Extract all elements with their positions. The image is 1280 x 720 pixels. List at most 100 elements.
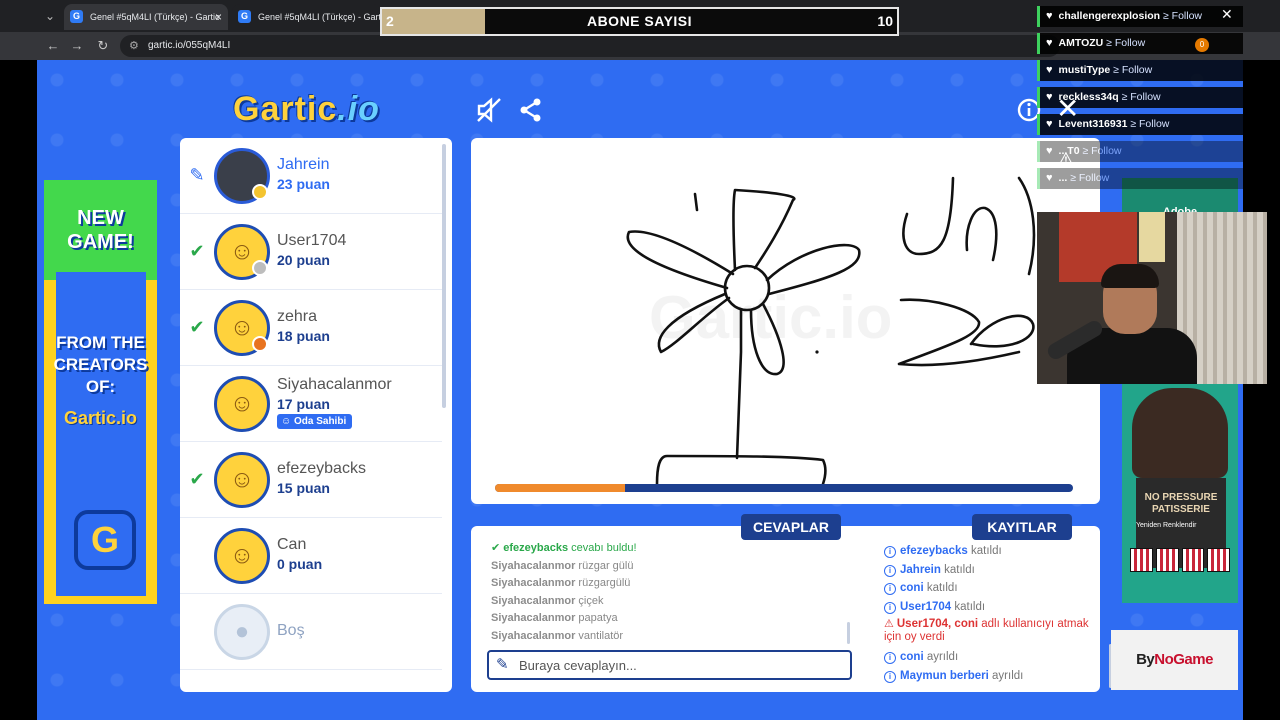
player-name: Siyahacalanmor xyxy=(277,376,392,393)
answer-text: rüzgargülü xyxy=(575,577,631,589)
close-tab-icon[interactable]: × xyxy=(215,4,222,30)
record-user: coni xyxy=(900,582,924,595)
ad-text: OF: xyxy=(85,377,116,396)
player-row[interactable]: ✔ ☺ zehra 18 puan xyxy=(180,290,442,366)
logo-suffix: .io xyxy=(337,90,380,128)
ad-banner-left[interactable]: NEW GAME! FROM THE CREATORS OF: Gartic.io G xyxy=(44,180,157,604)
warning-record-line: ⚠ User1704, coni adlı kullanıcıyı atmak i… xyxy=(884,618,1094,644)
avatar: ☺ xyxy=(214,376,270,432)
players-list: ✎ Jahrein 23 puan ✔ ☺ User1704 20 puan ✔ ☺ zehra 1… xyxy=(180,138,452,692)
follower-name: challengerexplosion xyxy=(1058,10,1161,22)
warning-icon: ⚠ xyxy=(1056,148,1076,173)
share-icon[interactable] xyxy=(517,96,545,124)
record-text: katıldı xyxy=(923,582,958,595)
follow-action: ≥ Follow xyxy=(1103,37,1146,49)
answer-line: Siyahacalanmor papatya xyxy=(491,610,851,628)
record-line: i coni ayrıldı xyxy=(884,648,1094,667)
player-status-dot xyxy=(252,336,268,352)
guessed-check-icon: ✔ xyxy=(189,469,205,489)
heart-icon: ♥ xyxy=(1046,172,1053,184)
forward-arrow-icon[interactable]: → xyxy=(68,37,86,55)
record-user: coni xyxy=(900,651,924,664)
player-row[interactable]: ✔ ☺ User1704 20 puan xyxy=(180,214,442,290)
info-icon: i xyxy=(884,670,896,683)
follow-action: ≥ Follow xyxy=(1160,10,1203,22)
player-name: User1704 xyxy=(277,232,347,249)
answers-scrollbar[interactable] xyxy=(847,622,850,644)
tab-search-icon[interactable]: ⌄ xyxy=(40,6,60,26)
answers-list: ✔ efezeybacks cevabı buldu! Siyahacalanmo… xyxy=(491,540,851,645)
player-row[interactable]: ● Boş xyxy=(180,594,442,670)
close-overlay-icon[interactable]: ✕ xyxy=(1056,92,1079,125)
record-user: User1704 xyxy=(900,600,952,613)
heart-icon: ♥ xyxy=(1046,64,1053,76)
back-arrow-icon[interactable]: ← xyxy=(44,37,62,55)
players-scrollbar[interactable] xyxy=(442,144,446,408)
room-owner-badge: ☺ Oda Sahibi xyxy=(277,414,353,429)
follow-alert: ♥ challengerexplosion ≥ Follow xyxy=(1037,6,1243,27)
ad-text: NEW xyxy=(77,207,124,229)
subscriber-title: ABONE SAYISI xyxy=(586,13,693,29)
answer-field[interactable]: ✎ xyxy=(487,650,852,680)
heart-icon: ♥ xyxy=(1046,10,1053,22)
follow-action: ≥ Follow xyxy=(1110,64,1153,76)
answer-line: Siyahacalanmor rüzgargülü xyxy=(491,575,851,593)
player-status-dot xyxy=(252,260,268,276)
follower-name: mustiType xyxy=(1058,64,1111,76)
follow-action: ≥ Follow xyxy=(1127,118,1170,130)
tab-records[interactable]: KAYITLAR xyxy=(972,514,1072,540)
record-text: katıldı xyxy=(951,600,986,613)
answers-panel: CEVAPLAR ✔ efezeybacks cevabı buldu! Siya… xyxy=(471,514,866,692)
record-user: efezeybacks xyxy=(900,545,968,557)
ad-subline: FROM THE CREATORS OF: xyxy=(44,332,157,398)
tab-answers[interactable]: CEVAPLAR xyxy=(741,514,841,540)
follow-action: ≥ Follow xyxy=(1118,91,1161,103)
gartic-app-icon: G xyxy=(74,510,136,570)
address-bar[interactable]: ⚙ gartic.io/055qM4LI xyxy=(120,35,1060,57)
heart-icon: ♥ xyxy=(1046,91,1053,103)
player-score: 20 puan xyxy=(277,252,330,268)
answer-line: Siyahacalanmor vantilatör xyxy=(491,628,851,646)
player-name: Jahrein xyxy=(277,156,330,173)
player-score: 0 puan xyxy=(277,556,323,572)
record-line: i User1704 katıldı xyxy=(884,598,1094,617)
ad-logo: Gartic.io xyxy=(63,408,138,428)
round-timer-fill xyxy=(495,484,626,492)
answer-user: Siyahacalanmor xyxy=(491,612,576,624)
mute-icon[interactable] xyxy=(475,96,503,124)
extension-badge[interactable]: 0 xyxy=(1195,38,1209,52)
drawing-canvas[interactable]: Gartic.io xyxy=(471,138,1100,504)
gartic-favicon-icon: G xyxy=(70,10,83,23)
player-name: Can xyxy=(277,536,307,553)
answer-text: rüzgar gülü xyxy=(575,559,634,572)
player-row[interactable]: ✔ ☺ efezeybacks 15 puan xyxy=(180,442,442,518)
browser-tab[interactable]: G Genel #5qM4LI (Türkçe) - Gartic xyxy=(232,4,382,30)
answer-input[interactable] xyxy=(519,655,839,675)
player-name: efezeybacks xyxy=(277,460,366,477)
player-row[interactable]: ☺ Siyahacalanmor 17 puan ☺ Oda Sahibi xyxy=(180,366,442,442)
webcam-lamp xyxy=(1139,212,1165,262)
gartic-logo[interactable]: Gartic.io xyxy=(233,90,380,129)
drawing-pencil-icon: ✎ xyxy=(189,165,205,185)
records-list: i efezeybacks katıldı i Jahrein katıldı i con… xyxy=(884,542,1094,686)
record-text: ayrıldı xyxy=(988,669,1024,682)
record-user: User1704, coni xyxy=(896,618,979,631)
close-icon[interactable]: ✕ xyxy=(1221,6,1233,23)
record-line: i coni katıldı xyxy=(884,579,1094,598)
heart-icon: ♥ xyxy=(1046,118,1053,130)
player-row[interactable]: ✎ Jahrein 23 puan xyxy=(180,138,442,214)
reload-icon[interactable]: ↻ xyxy=(94,37,112,55)
answer-text: çiçek xyxy=(575,594,604,607)
empty-user-icon: ● xyxy=(234,618,250,645)
player-score: 18 puan xyxy=(277,328,330,344)
record-line: i Maymun berberi ayrıldı xyxy=(884,667,1094,686)
player-row[interactable]: ☺ Can 0 puan xyxy=(180,518,442,594)
record-text: katıldı xyxy=(940,563,975,576)
site-info-icon[interactable]: ⚙ xyxy=(129,35,139,57)
guessed-check-icon: ✔ xyxy=(189,241,205,261)
records-panel: KAYITLAR i efezeybacks katıldı i Jahrein ka… xyxy=(866,514,1112,692)
browser-tab-active[interactable]: G Genel #5qM4LI (Türkçe) - Gartic × xyxy=(64,4,228,30)
avatar-face-icon: ☺ xyxy=(229,542,255,569)
avatar: ☺ xyxy=(214,528,270,584)
sponsor-prefix: By xyxy=(1136,651,1155,668)
